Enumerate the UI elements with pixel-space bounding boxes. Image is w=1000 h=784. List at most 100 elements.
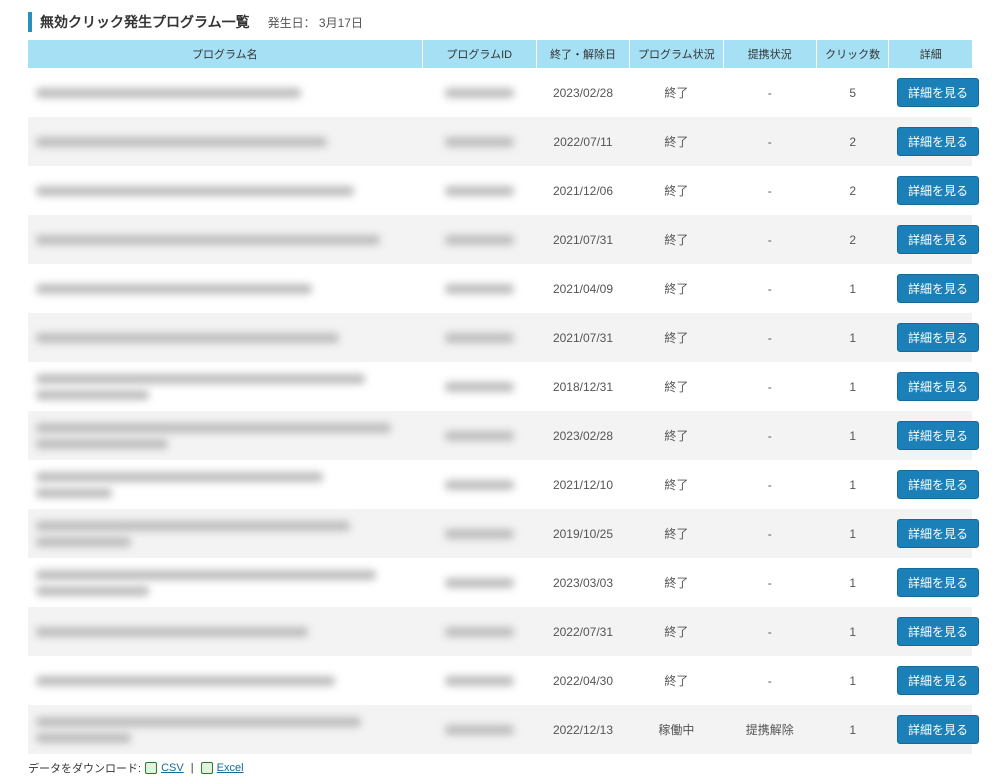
cell-detail: 詳細を見る bbox=[889, 362, 972, 411]
cell-clicks: 1 bbox=[816, 656, 889, 705]
detail-button[interactable]: 詳細を見る bbox=[897, 470, 979, 499]
cell-program-name bbox=[28, 117, 422, 166]
cell-program-status: 終了 bbox=[630, 460, 723, 509]
detail-button[interactable]: 詳細を見る bbox=[897, 323, 979, 352]
cell-program-id bbox=[422, 362, 536, 411]
cell-program-status: 終了 bbox=[630, 68, 723, 117]
cell-clicks: 2 bbox=[816, 215, 889, 264]
col-program-status: プログラム状況 bbox=[630, 40, 723, 68]
cell-program-id bbox=[422, 215, 536, 264]
cell-program-name bbox=[28, 460, 422, 509]
cell-program-id bbox=[422, 558, 536, 607]
cell-detail: 詳細を見る bbox=[889, 68, 972, 117]
download-excel-link[interactable]: Excel bbox=[217, 762, 244, 774]
detail-button[interactable]: 詳細を見る bbox=[897, 127, 979, 156]
cell-program-status: 終了 bbox=[630, 117, 723, 166]
table-row: 2021/12/10終了-1詳細を見る bbox=[28, 460, 972, 509]
cell-program-status: 終了 bbox=[630, 215, 723, 264]
cell-clicks: 2 bbox=[816, 166, 889, 215]
cell-program-status: 終了 bbox=[630, 166, 723, 215]
cell-program-id bbox=[422, 166, 536, 215]
detail-button[interactable]: 詳細を見る bbox=[897, 421, 979, 450]
download-row: データをダウンロード: CSV | Excel bbox=[28, 760, 972, 776]
cell-end-date: 2019/10/25 bbox=[536, 509, 629, 558]
cell-end-date: 2022/04/30 bbox=[536, 656, 629, 705]
cell-detail: 詳細を見る bbox=[889, 656, 972, 705]
page-title: 無効クリック発生プログラム一覧 bbox=[40, 12, 250, 32]
cell-end-date: 2022/07/11 bbox=[536, 117, 629, 166]
cell-program-name bbox=[28, 362, 422, 411]
cell-partner-status: - bbox=[723, 411, 816, 460]
cell-program-id bbox=[422, 460, 536, 509]
cell-program-id bbox=[422, 607, 536, 656]
cell-program-name bbox=[28, 68, 422, 117]
cell-clicks: 1 bbox=[816, 362, 889, 411]
cell-partner-status: 提携解除 bbox=[723, 705, 816, 754]
detail-button[interactable]: 詳細を見る bbox=[897, 617, 979, 646]
cell-program-name bbox=[28, 411, 422, 460]
cell-partner-status: - bbox=[723, 607, 816, 656]
cell-program-name bbox=[28, 509, 422, 558]
cell-end-date: 2021/07/31 bbox=[536, 215, 629, 264]
cell-program-id bbox=[422, 509, 536, 558]
download-label: データをダウンロード: bbox=[28, 760, 141, 776]
cell-program-name bbox=[28, 264, 422, 313]
table-row: 2018/12/31終了-1詳細を見る bbox=[28, 362, 972, 411]
cell-partner-status: - bbox=[723, 558, 816, 607]
detail-button[interactable]: 詳細を見る bbox=[897, 519, 979, 548]
cell-program-id bbox=[422, 264, 536, 313]
cell-program-id bbox=[422, 705, 536, 754]
cell-partner-status: - bbox=[723, 68, 816, 117]
cell-program-status: 終了 bbox=[630, 362, 723, 411]
cell-end-date: 2021/04/09 bbox=[536, 264, 629, 313]
cell-program-name bbox=[28, 607, 422, 656]
table-row: 2021/04/09終了-1詳細を見る bbox=[28, 264, 972, 313]
detail-button[interactable]: 詳細を見る bbox=[897, 666, 979, 695]
cell-detail: 詳細を見る bbox=[889, 558, 972, 607]
col-program-name: プログラム名 bbox=[28, 40, 422, 68]
cell-clicks: 1 bbox=[816, 509, 889, 558]
table-row: 2022/07/31終了-1詳細を見る bbox=[28, 607, 972, 656]
cell-program-status: 終了 bbox=[630, 313, 723, 362]
cell-partner-status: - bbox=[723, 166, 816, 215]
cell-partner-status: - bbox=[723, 362, 816, 411]
cell-end-date: 2022/12/13 bbox=[536, 705, 629, 754]
detail-button[interactable]: 詳細を見る bbox=[897, 372, 979, 401]
col-end-date: 終了・解除日 bbox=[536, 40, 629, 68]
cell-detail: 詳細を見る bbox=[889, 215, 972, 264]
cell-clicks: 1 bbox=[816, 313, 889, 362]
cell-detail: 詳細を見る bbox=[889, 509, 972, 558]
cell-program-id bbox=[422, 313, 536, 362]
cell-clicks: 1 bbox=[816, 411, 889, 460]
detail-button[interactable]: 詳細を見る bbox=[897, 78, 979, 107]
cell-partner-status: - bbox=[723, 460, 816, 509]
cell-detail: 詳細を見る bbox=[889, 264, 972, 313]
cell-clicks: 2 bbox=[816, 117, 889, 166]
cell-partner-status: - bbox=[723, 656, 816, 705]
cell-end-date: 2018/12/31 bbox=[536, 362, 629, 411]
detail-button[interactable]: 詳細を見る bbox=[897, 715, 979, 744]
cell-program-status: 終了 bbox=[630, 558, 723, 607]
detail-button[interactable]: 詳細を見る bbox=[897, 274, 979, 303]
download-csv-link[interactable]: CSV bbox=[161, 762, 184, 774]
cell-program-name bbox=[28, 166, 422, 215]
table-row: 2021/12/06終了-2詳細を見る bbox=[28, 166, 972, 215]
table-row: 2022/07/11終了-2詳細を見る bbox=[28, 117, 972, 166]
cell-program-name bbox=[28, 558, 422, 607]
cell-program-name bbox=[28, 705, 422, 754]
table-row: 2021/07/31終了-2詳細を見る bbox=[28, 215, 972, 264]
cell-detail: 詳細を見る bbox=[889, 705, 972, 754]
csv-icon bbox=[145, 762, 157, 774]
cell-detail: 詳細を見る bbox=[889, 313, 972, 362]
cell-end-date: 2023/03/03 bbox=[536, 558, 629, 607]
cell-clicks: 1 bbox=[816, 705, 889, 754]
cell-program-status: 終了 bbox=[630, 411, 723, 460]
detail-button[interactable]: 詳細を見る bbox=[897, 225, 979, 254]
excel-icon bbox=[201, 762, 213, 774]
cell-program-id bbox=[422, 411, 536, 460]
table-row: 2019/10/25終了-1詳細を見る bbox=[28, 509, 972, 558]
cell-program-name bbox=[28, 215, 422, 264]
detail-button[interactable]: 詳細を見る bbox=[897, 176, 979, 205]
cell-partner-status: - bbox=[723, 509, 816, 558]
cell-partner-status: - bbox=[723, 264, 816, 313]
